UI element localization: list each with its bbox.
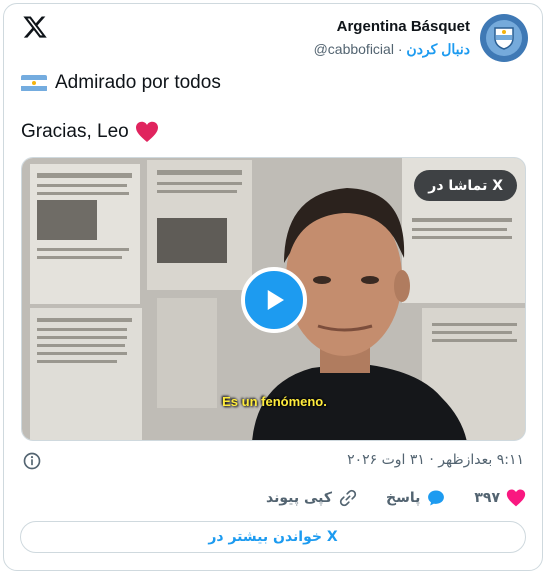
x-logo-icon[interactable] — [22, 14, 48, 40]
info-icon[interactable] — [22, 451, 42, 471]
follow-link[interactable]: دنبال کردن — [406, 41, 470, 57]
author-handle[interactable]: @cabboficial — [314, 41, 394, 57]
copy-link-button[interactable]: کپی پیوند — [266, 488, 358, 508]
reply-bubble-icon — [428, 490, 445, 506]
reply-button[interactable]: پاسخ — [386, 488, 446, 508]
post-text-line-1: Admirado por todos — [21, 72, 221, 94]
action-bar: ۳۹۷ پاسخ کپی پیوند — [266, 488, 526, 508]
link-icon — [339, 489, 357, 507]
author-block: Argentina Básquet @cabboficial · دنبال ک… — [314, 14, 528, 62]
heart-icon — [506, 489, 526, 507]
play-button[interactable] — [241, 267, 307, 333]
video-media[interactable]: تماشا در X Es un fenómeno. — [21, 157, 526, 441]
separator-dot: · — [397, 41, 403, 57]
like-count: ۳۹۷ — [474, 490, 500, 506]
play-icon — [267, 290, 284, 310]
avatar[interactable] — [480, 14, 528, 62]
post-text-2: Gracias, Leo — [21, 121, 129, 142]
author-name[interactable]: Argentina Básquet — [314, 17, 470, 36]
reply-label: پاسخ — [385, 490, 421, 506]
argentina-flag-icon — [21, 74, 47, 92]
embedded-post-card: Argentina Básquet @cabboficial · دنبال ک… — [3, 3, 543, 571]
post-text-line-2: Gracias, Leo — [21, 121, 159, 143]
red-heart-icon — [135, 121, 158, 142]
post-text-1: Admirado por todos — [55, 72, 221, 93]
read-more-button[interactable]: خواندن بیشتر در X — [20, 521, 526, 553]
federation-crest-icon — [486, 20, 522, 56]
copy-link-label: کپی پیوند — [265, 490, 332, 506]
like-button[interactable]: ۳۹۷ — [474, 488, 526, 508]
watch-on-x-button[interactable]: تماشا در X — [414, 170, 517, 201]
post-timestamp[interactable]: ۹:۱۱ بعدازظهر · ۳۱ اوت ۲۰۲۶ — [347, 452, 524, 468]
video-subtitle: Es un fenómeno. — [222, 394, 327, 409]
